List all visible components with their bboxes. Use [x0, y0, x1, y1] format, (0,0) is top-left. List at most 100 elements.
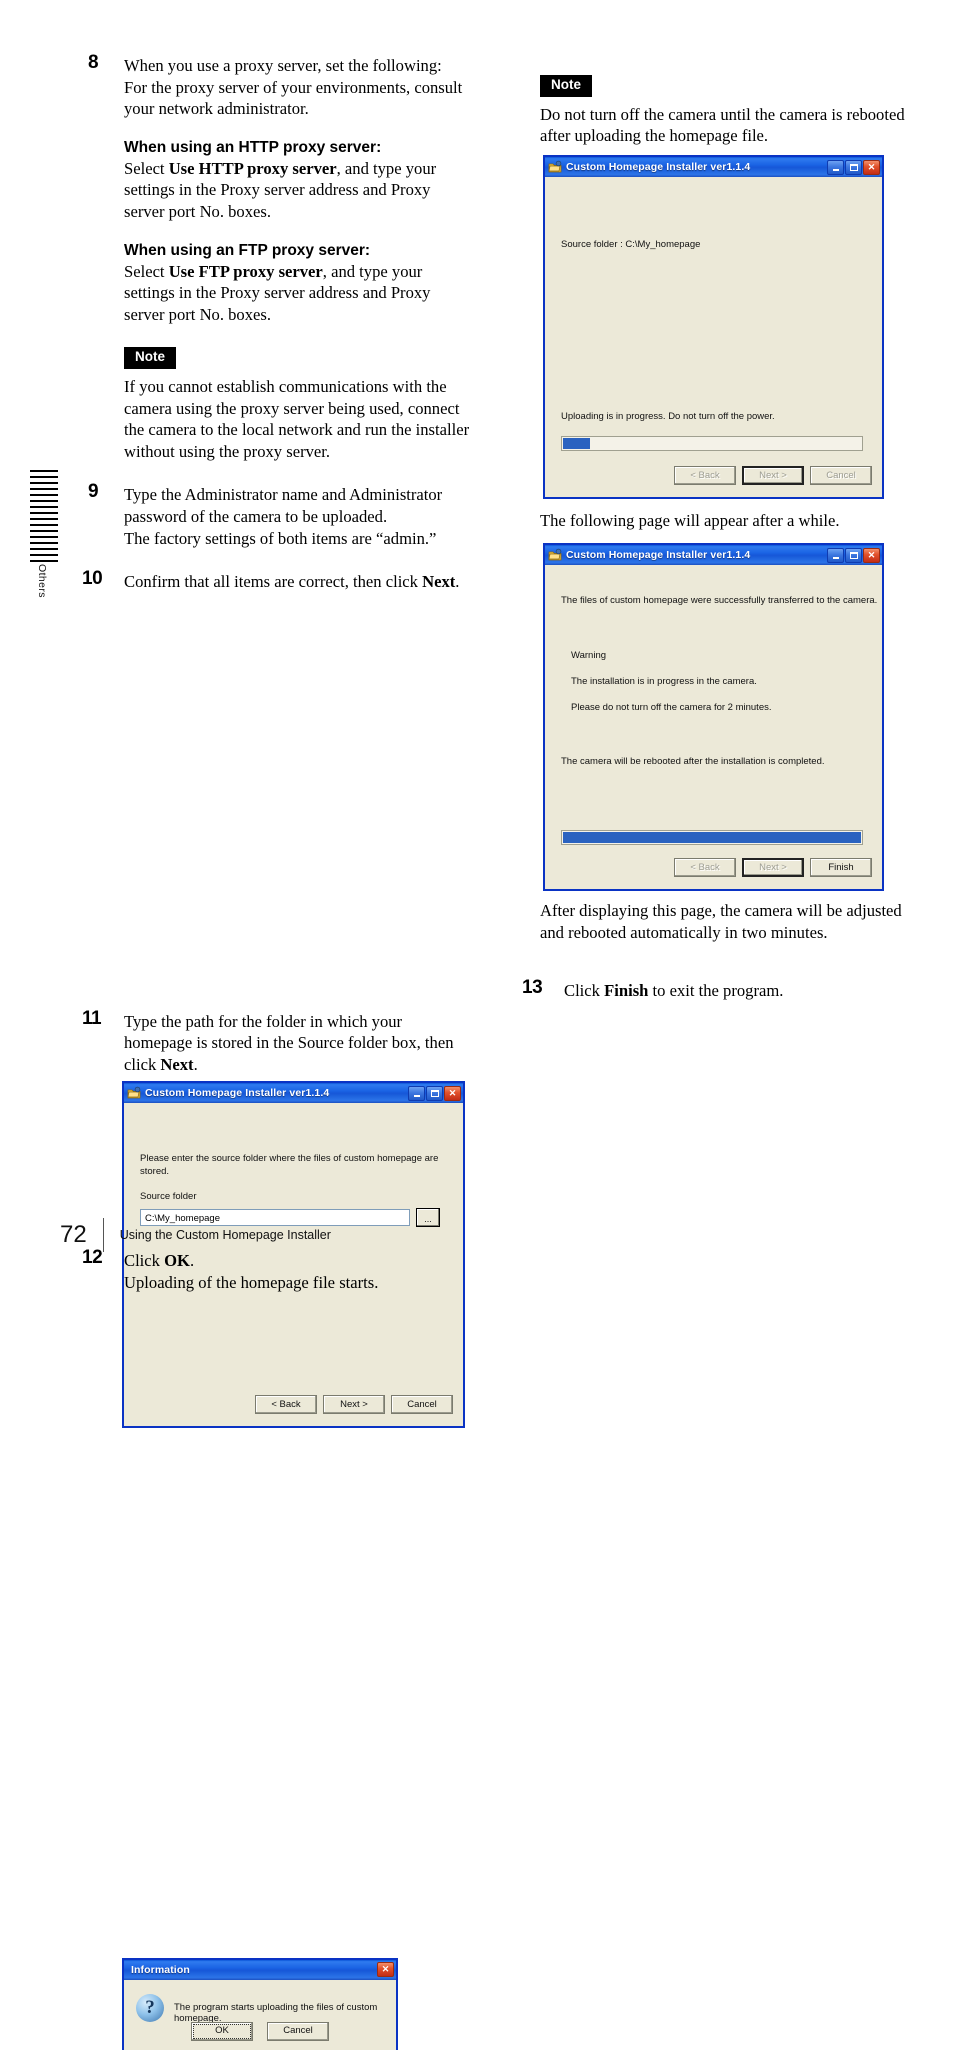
step-10-number: 10: [82, 568, 103, 590]
finish-progress-bar: [561, 830, 863, 845]
dialog-uploading-body: Source folder : C:\My_homepage Uploading…: [545, 177, 882, 497]
window-controls[interactable]: ✕: [827, 159, 880, 175]
left-column: 8 When you use a proxy server, set the f…: [82, 52, 473, 2050]
right-column: Note Do not turn off the camera until th…: [522, 55, 910, 1000]
thumb-index-bars: [30, 470, 58, 562]
close-icon[interactable]: ✕: [863, 547, 880, 563]
dialog-information[interactable]: Information ✕ ? The program starts uploa…: [122, 1957, 398, 2050]
step-8-body: When you use a proxy server, set the fol…: [124, 55, 473, 462]
dialog-finish[interactable]: Custom Homepage Installer ver1.1.4 ✕ The…: [543, 543, 884, 891]
close-icon[interactable]: ✕: [444, 1085, 461, 1101]
step-13-body: Click Finish to exit the program.: [564, 980, 918, 1002]
next-button[interactable]: Next >: [742, 466, 804, 485]
question-mark-icon: ?: [136, 1993, 164, 2022]
running-title: Using the Custom Homepage Installer: [119, 1228, 331, 1242]
step-11: 11 Type the path for the folder in which…: [82, 1009, 473, 2050]
dialog-uploading[interactable]: Custom Homepage Installer ver1.1.4 ✕ Sou…: [543, 155, 884, 499]
close-icon[interactable]: ✕: [863, 159, 880, 175]
dialog-uploading-titlebar[interactable]: Custom Homepage Installer ver1.1.4 ✕: [545, 157, 882, 177]
step-8-intro-line1: When you use a proxy server, set the fol…: [124, 56, 442, 75]
cancel-button[interactable]: Cancel: [267, 2021, 329, 2041]
cancel-button[interactable]: Cancel: [810, 466, 872, 485]
close-icon[interactable]: ✕: [377, 1962, 394, 1978]
next-button[interactable]: Next >: [323, 1395, 385, 1415]
next-button[interactable]: Next >: [742, 858, 804, 877]
step-10-text-after: .: [455, 572, 460, 592]
step-12-line2: Uploading of the homepage file starts.: [124, 1272, 379, 1292]
step-12-line1-before: Click: [124, 1251, 165, 1271]
dialog-finish-titlebar[interactable]: Custom Homepage Installer ver1.1.4 ✕: [545, 545, 882, 565]
step-12-line1-after: .: [189, 1251, 195, 1271]
ftp-proxy-text: Select Use FTP proxy server, and type yo…: [124, 261, 473, 326]
step-8: 8 When you use a proxy server, set the f…: [88, 52, 473, 462]
finish-button[interactable]: Finish: [810, 858, 872, 877]
http-bold-term: Use HTTP proxy server: [168, 158, 337, 178]
step-10-text: Confirm that all items are correct, then…: [124, 571, 473, 593]
step-8-intro-line2: For the proxy server of your environment…: [124, 77, 463, 97]
note-do-not-turn-off: Note Do not turn off the camera until th…: [540, 75, 910, 147]
note-proxy-text: If you cannot establish communications w…: [124, 377, 470, 461]
page-number: 72: [60, 1221, 87, 1248]
information-message: The program starts uploading the files o…: [174, 2001, 378, 2024]
finish-progress-fill: [563, 832, 861, 843]
maximize-icon[interactable]: [845, 547, 862, 563]
dialog-finish-body: The files of custom homepage were succes…: [545, 565, 882, 889]
http-lead: Select: [124, 158, 169, 178]
dialog-information-title: Information: [131, 1963, 190, 1976]
caption-after-finish: After displaying this page, the camera w…: [540, 901, 902, 942]
step-13-bold: Finish: [604, 981, 649, 1000]
source-button-row: < Back Next > Cancel: [255, 1395, 453, 1415]
window-controls[interactable]: ✕: [408, 1085, 461, 1101]
minimize-icon[interactable]: [827, 159, 844, 175]
note-badge: Note: [124, 347, 176, 370]
step-12-bold: OK: [164, 1251, 190, 1271]
back-button[interactable]: < Back: [674, 858, 736, 877]
dialog-information-titlebar[interactable]: Information ✕: [124, 1959, 396, 1980]
footer-divider: [102, 1218, 104, 1252]
minimize-icon[interactable]: [827, 547, 844, 563]
note-do-not-turn-off-text: Do not turn off the camera until the cam…: [540, 104, 905, 146]
step-11-number: 11: [82, 1007, 102, 1029]
step-8-number: 8: [88, 52, 99, 73]
uploading-source-line: Source folder : C:\My_homepage: [561, 239, 701, 250]
ok-button[interactable]: OK: [191, 2021, 253, 2041]
step-10-bold: Next: [422, 572, 456, 592]
minimize-icon[interactable]: [408, 1085, 425, 1101]
uploading-status-text: Uploading is in progress. Do not turn of…: [561, 411, 775, 422]
dialog-information-body: ? The program starts uploading the files…: [124, 1979, 396, 2050]
ftp-bold-term: Use FTP proxy server: [168, 261, 323, 281]
step-12: 12 Click OK. Uploading of the homepage f…: [82, 1248, 473, 1293]
app-icon: [548, 548, 562, 562]
page-footer: 72 Using the Custom Homepage Installer: [60, 1218, 331, 1252]
cancel-button[interactable]: Cancel: [391, 1395, 453, 1415]
maximize-icon[interactable]: [426, 1085, 443, 1101]
step-10-body: Confirm that all items are correct, then…: [124, 571, 473, 593]
step-11-bold: Next: [160, 1054, 194, 1074]
step-9-line2: The factory settings of both items are “…: [124, 528, 437, 548]
step-8-intro-line3: your network administrator.: [124, 99, 309, 119]
window-controls[interactable]: ✕: [827, 547, 880, 563]
back-button[interactable]: < Back: [255, 1395, 317, 1415]
step-11-text-after: .: [193, 1054, 198, 1074]
source-instruction: Please enter the source folder where the…: [140, 1153, 439, 1177]
ftp-lead: Select: [124, 261, 169, 281]
finish-success-line: The files of custom homepage were succes…: [561, 595, 878, 606]
dialog-uploading-title: Custom Homepage Installer ver1.1.4: [566, 161, 751, 173]
step-10-text-before: Confirm that all items are correct, then…: [124, 572, 423, 592]
step-13-text-before: Click: [564, 981, 605, 1000]
step-12-body: Click OK. Uploading of the homepage file…: [124, 1250, 473, 1293]
browse-button[interactable]: ...: [416, 1208, 440, 1228]
dialog-source-titlebar[interactable]: Custom Homepage Installer ver1.1.4 ✕: [124, 1083, 463, 1104]
information-content: ? The program starts uploading the files…: [124, 1980, 396, 2024]
note-badge: Note: [540, 75, 592, 97]
back-button[interactable]: < Back: [674, 466, 736, 485]
thumb-index-label: Others: [36, 564, 48, 598]
http-proxy-text: Select Use HTTP proxy server, and type y…: [124, 158, 473, 223]
note-proxy: Note If you cannot establish communicati…: [124, 345, 473, 462]
step-11-text: Type the path for the folder in which yo…: [124, 1011, 473, 1076]
thumb-index: Others: [30, 470, 58, 620]
maximize-icon[interactable]: [845, 159, 862, 175]
ftp-proxy-heading: When using an FTP proxy server:: [124, 241, 371, 259]
information-window-controls[interactable]: ✕: [377, 1962, 394, 1978]
finish-reboot-line: The camera will be rebooted after the in…: [561, 756, 825, 767]
